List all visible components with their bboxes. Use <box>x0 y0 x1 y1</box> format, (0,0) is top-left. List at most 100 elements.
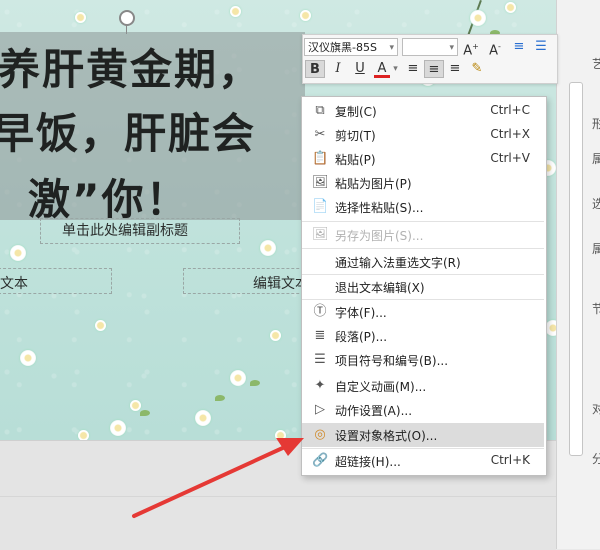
italic-button[interactable]: I <box>330 60 346 78</box>
scissors-icon: ✂ <box>314 127 326 142</box>
text-placeholder-left[interactable]: 文本 <box>0 273 28 293</box>
align-right-icon[interactable]: ≡ <box>446 60 464 78</box>
side-label[interactable]: 艺 <box>592 55 600 72</box>
menu-item-label: 项目符号和编号(B)... <box>335 354 449 368</box>
font-icon: Ⓣ <box>313 304 327 319</box>
menu-item-exit-text-edit[interactable]: 退出文本编辑(X) <box>302 275 544 299</box>
menu-item-label: 退出文本编辑(X) <box>335 281 425 295</box>
hyperlink-icon: 🔗 <box>312 453 329 468</box>
menu-item-paste[interactable]: 📋 粘贴(P) Ctrl+V <box>302 147 544 171</box>
leaf-decoration <box>215 395 225 401</box>
menu-separator <box>302 248 544 249</box>
side-label[interactable]: 分 <box>592 450 600 467</box>
menu-item-label: 超链接(H)... <box>335 455 401 469</box>
paste-icon: 📋 <box>312 151 329 166</box>
decrease-font-size-icon[interactable]: A- <box>486 38 504 58</box>
menu-item-shortcut: Ctrl+X <box>490 127 530 141</box>
leaf-decoration <box>250 380 260 386</box>
align-left-icon[interactable]: ≡ <box>404 60 422 78</box>
flower-decoration <box>505 2 516 13</box>
flower-decoration <box>95 320 106 331</box>
bold-button[interactable]: B <box>305 60 325 78</box>
side-label[interactable]: 形 <box>592 115 600 132</box>
underline-button[interactable]: U <box>352 60 368 78</box>
flower-decoration <box>300 10 311 21</box>
menu-item-label: 粘贴(P) <box>335 153 376 167</box>
menu-item-hyperlink[interactable]: 🔗 超链接(H)... Ctrl+K <box>302 449 544 473</box>
side-label[interactable]: 属 <box>592 150 600 167</box>
menu-item-label: 通过输入法重选文字(R) <box>335 256 461 270</box>
menu-item-bullets-numbering[interactable]: ☰ 项目符号和编号(B)... <box>302 348 544 372</box>
menu-item-label: 粘贴为图片(P) <box>335 177 412 191</box>
menu-separator <box>302 221 544 222</box>
menu-item-action-settings[interactable]: ▷ 动作设置(A)... <box>302 398 544 422</box>
menu-item-label: 设置对象格式(O)... <box>335 429 438 443</box>
flower-decoration <box>10 245 26 261</box>
flower-decoration <box>260 240 276 256</box>
vertical-scrollbar-thumb[interactable] <box>569 82 583 456</box>
font-size-dropdown[interactable]: ▾ <box>402 38 458 56</box>
flower-decoration <box>230 6 241 17</box>
flower-decoration <box>270 330 281 341</box>
bullets-icon: ☰ <box>314 352 326 367</box>
subtitle-placeholder[interactable]: 单击此处编辑副标题 <box>62 220 188 240</box>
menu-item-shortcut: Ctrl+C <box>490 103 530 117</box>
flower-decoration <box>275 430 286 440</box>
font-family-value: 汉仪旗黑-85S <box>308 41 377 54</box>
increase-font-size-icon[interactable]: A+ <box>462 38 480 58</box>
menu-item-paste-as-image[interactable]: 🖼 粘贴为图片(P) <box>302 171 544 195</box>
menu-item-shortcut: Ctrl+K <box>490 453 530 467</box>
menu-item-label: 另存为图片(S)... <box>335 229 424 243</box>
chevron-down-icon: ▾ <box>389 43 394 53</box>
menu-item-reselect-ime[interactable]: 通过输入法重选文字(R) <box>302 250 544 274</box>
copy-icon: ⧉ <box>315 103 325 118</box>
menu-item-cut[interactable]: ✂ 剪切(T) Ctrl+X <box>302 123 544 147</box>
flower-decoration <box>195 410 211 426</box>
line-spacing-icon[interactable]: ≡ <box>510 38 528 56</box>
side-label[interactable]: 对 <box>592 400 600 417</box>
flower-decoration <box>20 350 36 366</box>
chevron-down-icon: ▾ <box>449 43 454 53</box>
menu-item-label: 自定义动画(M)... <box>335 380 427 394</box>
menu-item-shortcut: Ctrl+V <box>490 151 530 165</box>
format-painter-icon[interactable]: ✎ <box>468 60 486 78</box>
menu-item-custom-animation[interactable]: ✦ 自定义动画(M)... <box>302 374 544 398</box>
menu-item-label: 选择性粘贴(S)... <box>335 201 424 215</box>
menu-item-font[interactable]: Ⓣ 字体(F)... <box>302 300 544 324</box>
animation-icon: ✦ <box>314 378 326 393</box>
flower-decoration <box>470 10 486 26</box>
leaf-decoration <box>140 410 150 416</box>
title-line-1[interactable]: 养肝黄金期， <box>0 36 262 97</box>
title-line-2[interactable]: 早饭，肝脏会 <box>0 100 256 161</box>
bullet-list-icon[interactable]: ☰ <box>532 38 550 56</box>
save-image-icon: 🖼 <box>312 227 329 242</box>
menu-item-save-as-image[interactable]: 🖼 另存为图片(S)... <box>302 223 544 247</box>
app-window: 养肝黄金期， 早饭，肝脏会 激”你！ 单击此处编辑副标题 文本 编辑文本 艺 形… <box>0 0 600 550</box>
flower-decoration <box>110 420 126 436</box>
paste-image-icon: 🖼 <box>312 175 329 190</box>
menu-item-label: 段落(P)... <box>335 330 388 344</box>
menu-item-label: 复制(C) <box>335 105 377 119</box>
flower-decoration <box>78 430 89 440</box>
flower-decoration <box>230 370 246 386</box>
align-center-icon[interactable]: ≡ <box>424 60 444 78</box>
font-color-button[interactable]: A <box>374 60 390 78</box>
action-icon: ▷ <box>315 402 325 417</box>
menu-item-copy[interactable]: ⧉ 复制(C) Ctrl+C <box>302 99 544 123</box>
side-label[interactable]: 属 <box>592 240 600 257</box>
side-label[interactable]: 节 <box>592 300 600 317</box>
paragraph-icon: ≣ <box>314 328 326 343</box>
menu-item-label: 剪切(T) <box>335 129 376 143</box>
rotate-handle[interactable] <box>119 10 135 26</box>
menu-item-label: 字体(F)... <box>335 306 387 320</box>
format-object-icon: ◎ <box>314 427 326 442</box>
menu-item-paragraph[interactable]: ≣ 段落(P)... <box>302 324 544 348</box>
chevron-down-icon[interactable]: ▾ <box>391 60 400 78</box>
notes-divider <box>0 496 556 497</box>
paste-special-icon: 📄 <box>312 199 329 214</box>
font-family-dropdown[interactable]: 汉仪旗黑-85S ▾ <box>304 38 398 56</box>
menu-item-paste-special[interactable]: 📄 选择性粘贴(S)... <box>302 195 544 219</box>
menu-item-format-object[interactable]: ◎ 设置对象格式(O)... <box>302 423 544 447</box>
side-label[interactable]: 选 <box>592 195 600 212</box>
flower-decoration <box>130 400 141 411</box>
